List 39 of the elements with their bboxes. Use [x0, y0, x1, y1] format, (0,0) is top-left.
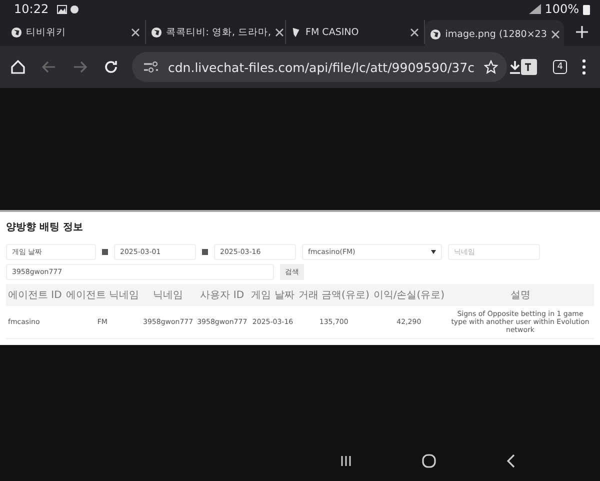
browser-tab[interactable]: 콕콕티비: 영화, 드라마, [146, 20, 286, 44]
column-header: 닉네임 [141, 284, 196, 306]
download-icon[interactable] [508, 60, 522, 74]
tab-count-button[interactable]: 4 [553, 60, 567, 74]
new-tab-icon[interactable] [576, 26, 588, 38]
close-icon[interactable] [275, 28, 284, 36]
home-button-icon[interactable] [422, 454, 436, 468]
browser-tab[interactable]: image.png (1280×23 [425, 20, 564, 48]
column-header: 사용자 ID [195, 284, 250, 306]
column-header: 에이전트 닉네임 [64, 284, 142, 306]
globe-icon [150, 26, 162, 38]
home-icon[interactable] [10, 59, 26, 75]
clock: 10:22 [14, 2, 49, 16]
forward-icon[interactable] [72, 59, 88, 75]
circle-icon [70, 4, 79, 14]
column-header: 게임 날짜 [249, 284, 296, 306]
tune-icon [144, 61, 158, 73]
recent-apps-icon[interactable] [340, 455, 352, 467]
star-icon[interactable] [484, 60, 498, 74]
column-header: 에이전트 ID [6, 284, 64, 306]
close-icon[interactable] [550, 30, 560, 38]
globe-icon [430, 28, 442, 40]
more-icon[interactable] [582, 59, 586, 75]
dropdown-icon [431, 250, 436, 254]
battery-icon [583, 4, 590, 14]
signal-icon [528, 4, 541, 14]
translate-icon[interactable] [520, 58, 538, 76]
browser-tab[interactable]: 티비위키 [6, 20, 146, 44]
battery-level: 100% [544, 2, 579, 16]
reload-icon[interactable] [103, 59, 119, 75]
column-header: 거래 금액(유로) [296, 284, 372, 306]
column-header: 설명 [446, 284, 594, 306]
close-icon[interactable] [130, 28, 140, 36]
back-icon[interactable] [506, 454, 516, 468]
image-icon [56, 4, 67, 14]
panel-title: 양방향 배팅 정보 [6, 221, 84, 234]
close-icon[interactable] [410, 28, 420, 36]
column-header: 이익/손실(유로) [371, 284, 447, 306]
globe-icon [11, 26, 22, 38]
